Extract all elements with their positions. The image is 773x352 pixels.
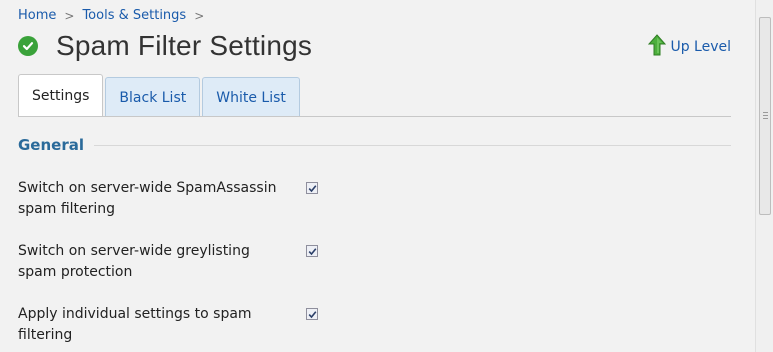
up-level-link[interactable]: Up Level [648,34,731,60]
setting-spamassassin: Switch on server-wide SpamAssassin spam … [18,178,318,220]
setting-greylisting: Switch on server-wide greylisting spam p… [18,241,318,283]
grip-icon [763,112,768,121]
tab-divider [18,116,731,117]
setting-label: Apply individual settings to spam filter… [18,306,252,343]
greylisting-checkbox[interactable] [306,245,318,257]
breadcrumb-tools-settings-link[interactable]: Tools & Settings [82,8,186,23]
individual-settings-checkbox[interactable] [306,308,318,320]
tab-white-list[interactable]: White List [202,77,300,117]
check-circle-icon [18,36,38,56]
section-header: General [18,136,731,154]
up-arrow-icon [648,34,670,60]
scrollbar-thumb[interactable] [759,17,771,215]
up-level-label: Up Level [670,39,731,55]
breadcrumb: Home > Tools & Settings > [18,8,212,23]
spamassassin-checkbox[interactable] [306,182,318,194]
breadcrumb-separator: > [194,8,205,23]
tab-settings[interactable]: Settings [18,74,104,117]
page-title: Spam Filter Settings [56,30,313,61]
vertical-scrollbar[interactable] [755,0,773,352]
section-title: General [18,136,84,154]
setting-label: Switch on server-wide greylisting spam p… [18,243,250,280]
title-row: Spam Filter Settings [18,30,312,62]
tab-black-list[interactable]: Black List [105,77,201,117]
page-content: Home > Tools & Settings > Spam Filter Se… [0,0,755,352]
section-divider [94,144,731,146]
tab-bar: Settings Black List White List [18,74,302,117]
setting-label: Switch on server-wide SpamAssassin spam … [18,180,277,217]
setting-individual-settings: Apply individual settings to spam filter… [18,304,318,346]
breadcrumb-home-link[interactable]: Home [18,8,56,23]
breadcrumb-separator: > [64,8,75,23]
